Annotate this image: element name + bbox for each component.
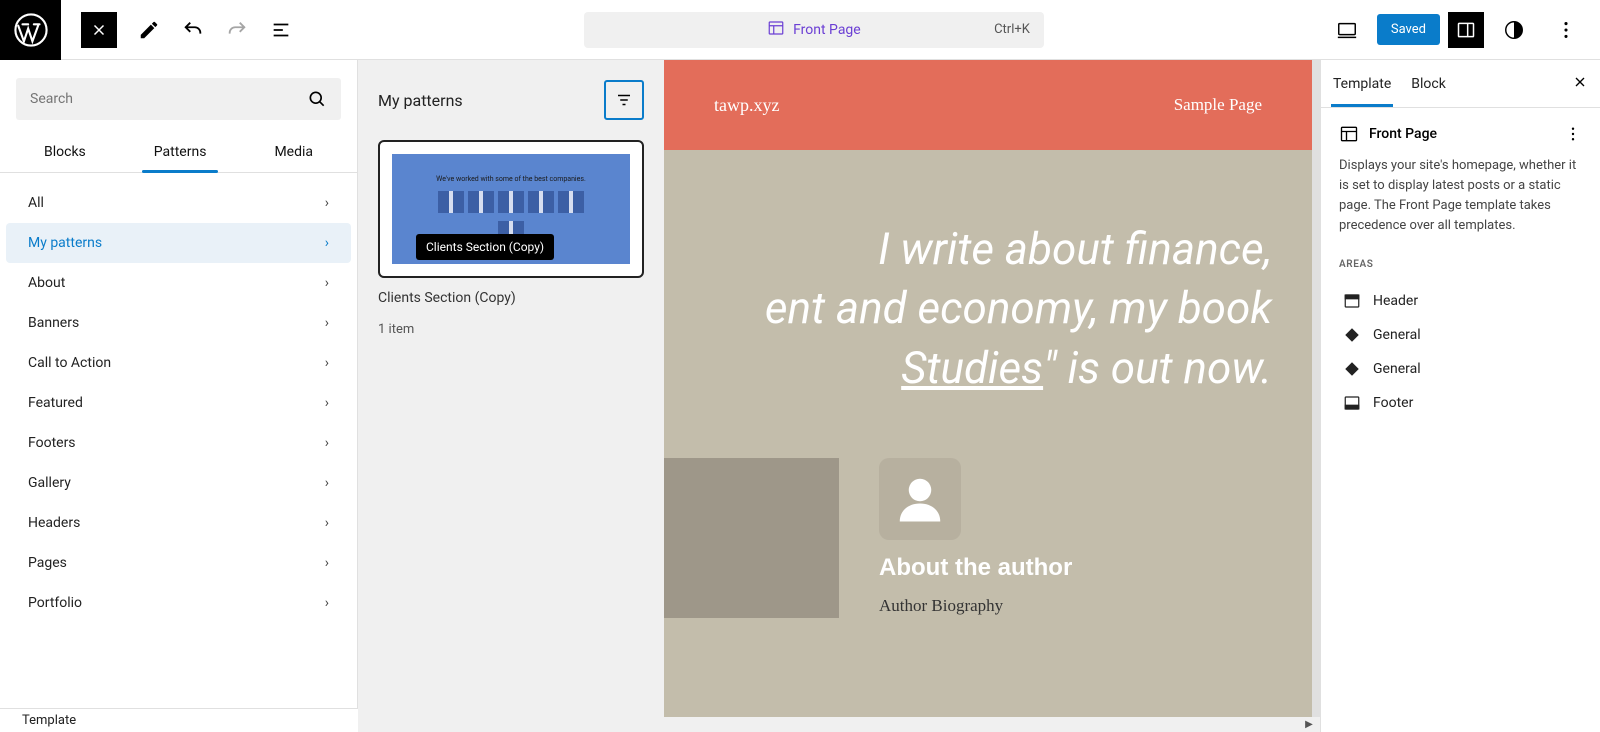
search-icon	[307, 89, 327, 109]
author-block[interactable]: About the author Author Biography	[664, 458, 1312, 618]
more-options-icon[interactable]	[1548, 12, 1584, 48]
close-sidebar-button[interactable]	[1572, 74, 1588, 94]
category-footers[interactable]: Footers›	[6, 423, 351, 463]
tab-block[interactable]: Block	[1411, 62, 1446, 106]
tab-patterns[interactable]: Patterns	[150, 134, 211, 172]
pattern-category-list[interactable]: All› My patterns› About› Banners› Call t…	[0, 173, 357, 732]
author-bio[interactable]: Author Biography	[879, 596, 1072, 616]
wordpress-logo[interactable]	[0, 0, 61, 60]
editor-top-bar: Front Page Ctrl+K Saved	[0, 0, 1600, 60]
document-overview-icon[interactable]	[263, 12, 299, 48]
inserter-tabs: Blocks Patterns Media	[0, 134, 357, 173]
hero-text-block[interactable]: I write about finance, ent and economy, …	[664, 150, 1312, 458]
category-pages[interactable]: Pages›	[6, 543, 351, 583]
keyboard-shortcut: Ctrl+K	[994, 22, 1030, 37]
category-banners[interactable]: Banners›	[6, 303, 351, 343]
patterns-preview-panel: My patterns We've worked with some of th…	[358, 60, 664, 732]
undo-icon[interactable]	[175, 12, 211, 48]
tab-blocks[interactable]: Blocks	[40, 134, 90, 172]
pattern-card-label: Clients Section (Copy)	[378, 290, 644, 306]
bottom-breadcrumb[interactable]: Template	[0, 708, 358, 732]
template-icon	[1339, 124, 1359, 144]
area-general-1[interactable]: General	[1339, 318, 1582, 352]
tab-template[interactable]: Template	[1333, 62, 1391, 106]
category-all[interactable]: All›	[6, 183, 351, 223]
save-button[interactable]: Saved	[1377, 14, 1440, 45]
category-cta[interactable]: Call to Action›	[6, 343, 351, 383]
areas-heading: AREAS	[1339, 259, 1582, 270]
patterns-item-count: 1 item	[378, 322, 644, 337]
category-my-patterns[interactable]: My patterns›	[6, 223, 351, 263]
template-description: Displays your site's homepage, whether i…	[1339, 156, 1582, 237]
author-heading[interactable]: About the author	[879, 554, 1072, 582]
site-url[interactable]: tawp.xyz	[714, 95, 779, 116]
tab-media[interactable]: Media	[270, 134, 317, 172]
author-image-placeholder[interactable]	[664, 458, 839, 618]
edit-tool-icon[interactable]	[131, 12, 167, 48]
breadcrumb-title: Front Page	[793, 22, 861, 38]
layout-icon	[767, 19, 785, 41]
inserter-search[interactable]	[16, 78, 341, 120]
area-header[interactable]: Header	[1339, 284, 1582, 318]
document-breadcrumb[interactable]: Front Page Ctrl+K	[584, 12, 1044, 48]
category-featured[interactable]: Featured›	[6, 383, 351, 423]
category-portfolio[interactable]: Portfolio›	[6, 583, 351, 623]
block-inserter-panel: Blocks Patterns Media All› My patterns› …	[0, 60, 358, 732]
patterns-filter-button[interactable]	[604, 80, 644, 120]
author-avatar-placeholder[interactable]	[879, 458, 961, 540]
site-header-block[interactable]: tawp.xyz Sample Page	[664, 60, 1312, 150]
category-about[interactable]: About›	[6, 263, 351, 303]
area-general-2[interactable]: General	[1339, 352, 1582, 386]
patterns-panel-title: My patterns	[378, 91, 463, 110]
nav-sample-page[interactable]: Sample Page	[1174, 95, 1262, 115]
editor-canvas[interactable]: tawp.xyz Sample Page I write about finan…	[664, 60, 1320, 732]
filter-icon	[615, 91, 633, 109]
area-footer[interactable]: Footer	[1339, 386, 1582, 420]
search-input[interactable]	[30, 91, 268, 107]
redo-icon[interactable]	[219, 12, 255, 48]
category-gallery[interactable]: Gallery›	[6, 463, 351, 503]
template-actions-icon[interactable]	[1564, 125, 1582, 143]
settings-sidebar: Template Block Front Page Displays your …	[1320, 60, 1600, 732]
template-title: Front Page	[1369, 126, 1437, 142]
close-inserter-button[interactable]	[81, 12, 117, 48]
settings-sidebar-toggle[interactable]	[1448, 12, 1484, 48]
pattern-tooltip: Clients Section (Copy)	[416, 234, 554, 260]
view-desktop-icon[interactable]	[1329, 12, 1365, 48]
category-headers[interactable]: Headers›	[6, 503, 351, 543]
styles-icon[interactable]	[1496, 12, 1532, 48]
